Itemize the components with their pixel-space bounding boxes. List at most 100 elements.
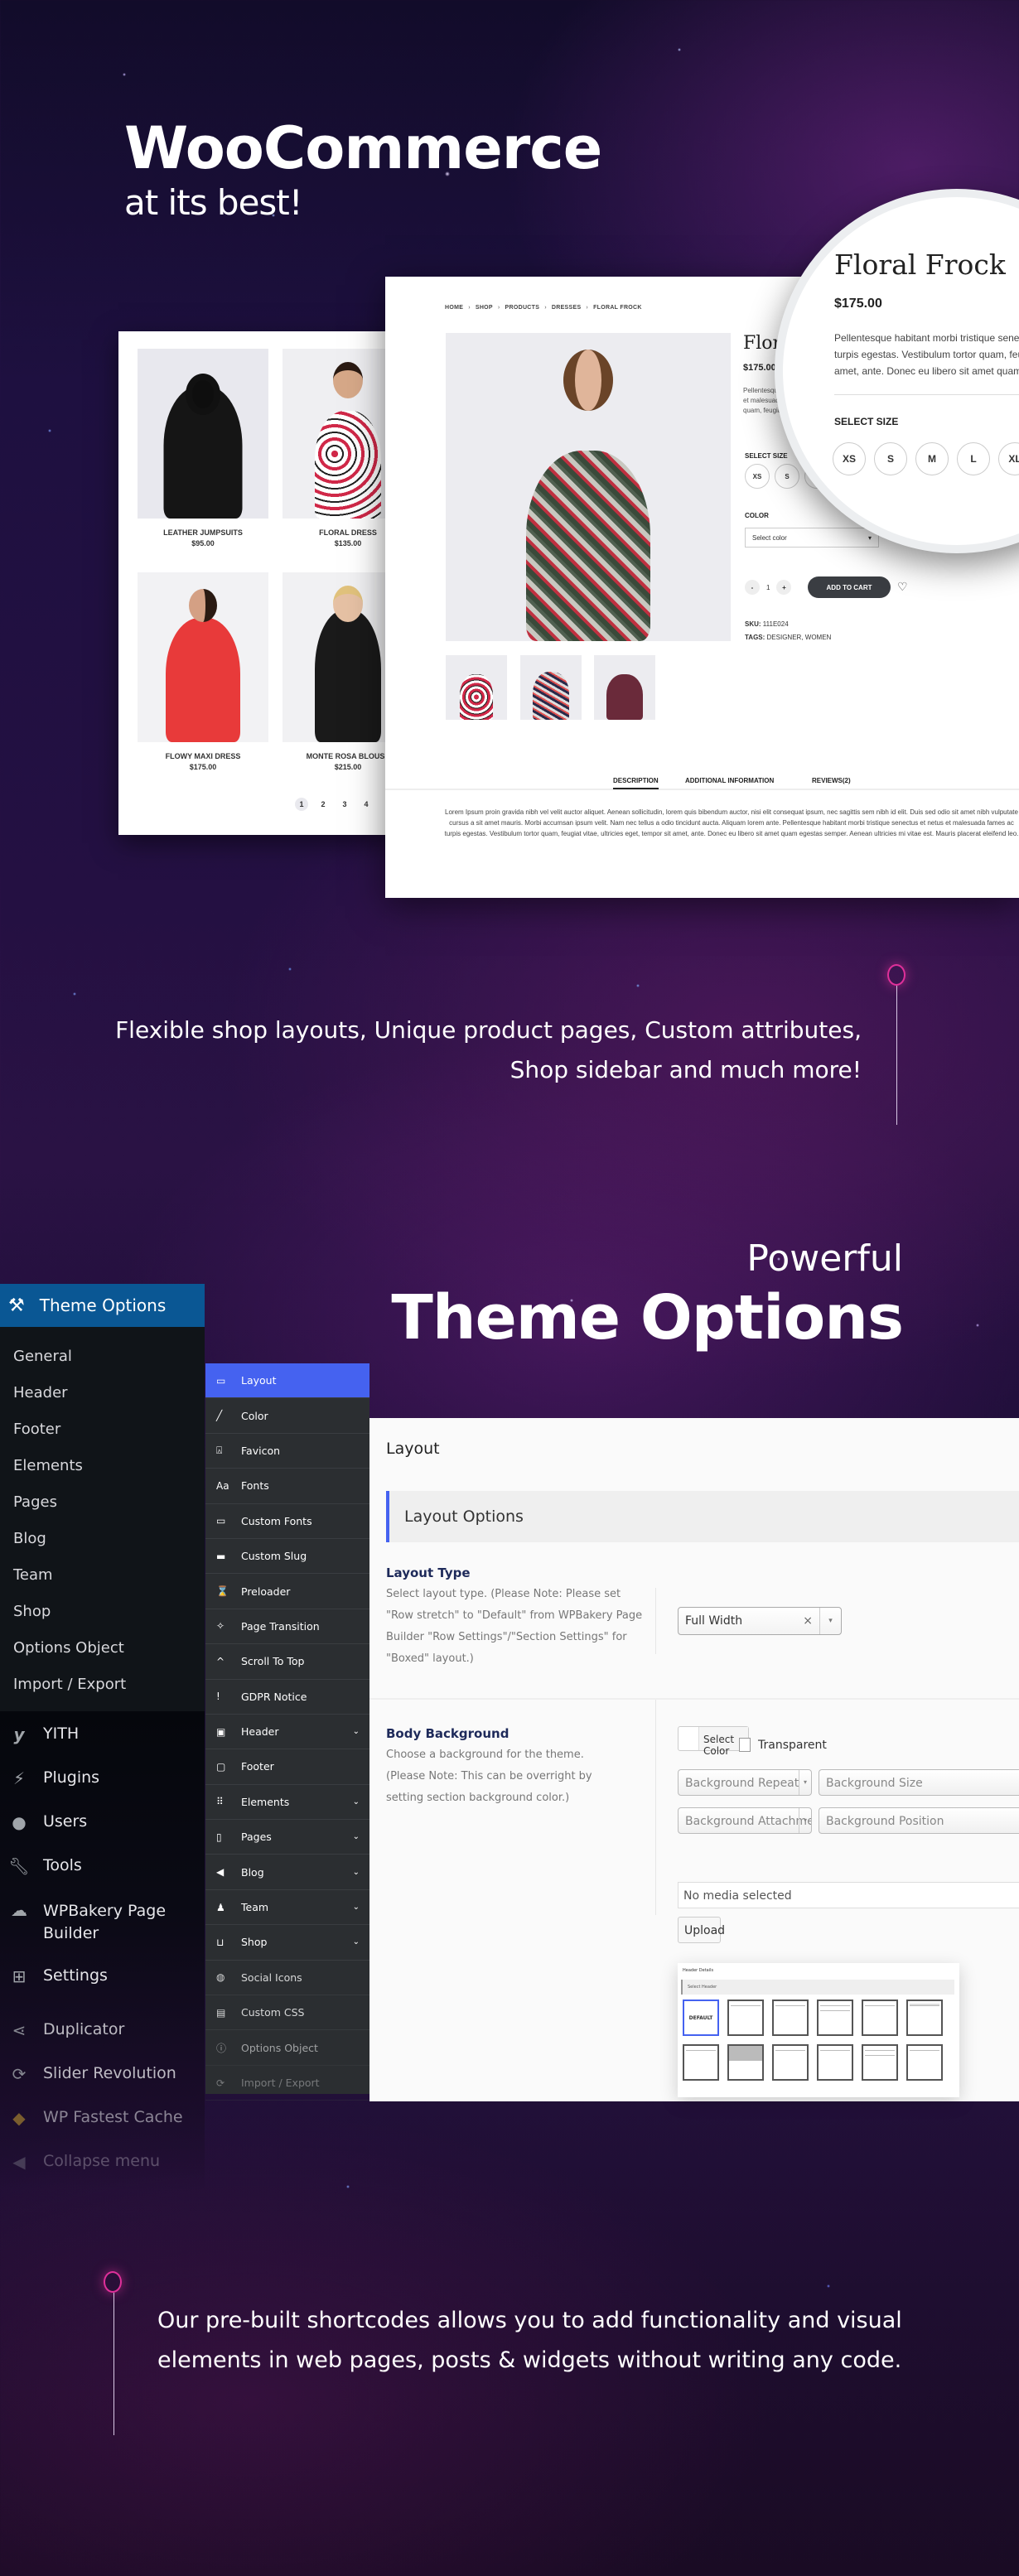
submenu-pages[interactable]: Pages [0,1484,205,1521]
header-layout-option[interactable] [683,2044,719,2081]
page-4-link[interactable]: 4 [360,798,373,811]
chevron-down-icon[interactable]: ⌄ [353,1832,360,1841]
upload-button[interactable]: Upload [678,1917,725,1943]
header-layout-default[interactable]: DEFAULT [683,2000,719,2036]
submenu-general[interactable]: General [0,1339,205,1375]
options-nav-color[interactable]: ╱ Color [205,1398,369,1434]
media-field[interactable]: No media selected [678,1882,1019,1908]
size-xs-button[interactable]: XS [745,464,770,489]
product-main-image[interactable] [446,333,731,641]
tags-value[interactable]: DESIGNER, WOMEN [767,634,832,641]
submenu-shop[interactable]: Shop [0,1594,205,1630]
submenu-footer[interactable]: Footer [0,1411,205,1448]
product-image[interactable] [138,572,268,742]
header-layout-option[interactable] [817,2000,853,2036]
options-nav-preloader[interactable]: ⌛ Preloader [205,1574,369,1609]
options-nav-fonts[interactable]: Aa Fonts [205,1469,369,1504]
sidebar-item-tools[interactable]: 🔧︎ Tools [0,1848,205,1892]
options-nav-blog[interactable]: ◀ Blog ⌄ [205,1855,369,1890]
chevron-down-icon[interactable]: ⌄ [353,1903,360,1912]
size-s-button[interactable]: S [874,442,907,475]
product-thumbnail[interactable] [594,655,655,720]
background-attachment-select[interactable]: Background Attachment▾ [678,1807,812,1834]
product-thumbnail[interactable] [520,655,582,720]
product-thumbnail[interactable] [446,655,507,720]
qty-minus-button[interactable]: - [745,580,760,595]
options-nav-shop[interactable]: ⊔ Shop ⌄ [205,1925,369,1961]
sidebar-item-theme-options[interactable]: ⚒ Theme Options [0,1284,205,1327]
product-image[interactable] [138,349,268,519]
options-nav-custom-css[interactable]: ▤ Custom CSS [205,1995,369,2031]
tab-reviews[interactable]: REVIEWS(2) [812,777,851,784]
size-m-button[interactable]: M [915,442,949,475]
submenu-team[interactable]: Team [0,1557,205,1594]
size-s-button[interactable]: S [775,464,799,489]
collapse-menu-button[interactable]: ◀ Collapse menu [0,2144,205,2188]
options-nav-social-icons[interactable]: ◍ Social Icons [205,1961,369,1996]
options-nav-team[interactable]: ♟ Team ⌄ [205,1890,369,1926]
qty-plus-button[interactable]: + [776,580,792,595]
header-layout-option[interactable] [772,2000,809,2036]
sidebar-item-users[interactable]: ● Users [0,1804,205,1848]
options-nav-elements[interactable]: ⠿ Elements ⌄ [205,1785,369,1821]
header-layout-option[interactable] [817,2044,853,2081]
options-nav-footer[interactable]: ▢ Footer [205,1749,369,1785]
dropdown-arrow-icon[interactable]: ▾ [819,1608,841,1634]
header-layout-option[interactable] [906,2044,943,2081]
breadcrumb-shop[interactable]: SHOP [476,305,493,311]
breadcrumb-home[interactable]: HOME [445,305,463,311]
breadcrumb-dresses[interactable]: DRESSES [552,305,582,311]
chevron-down-icon[interactable]: ⌄ [353,1797,360,1807]
product-card[interactable]: LEATHER JUMPSUITS $95.00 [138,349,268,548]
size-xs-button[interactable]: XS [833,442,866,475]
options-nav-header[interactable]: ▣ Header ⌄ [205,1715,369,1750]
options-nav-custom-fonts[interactable]: ▭ Custom Fonts [205,1504,369,1539]
header-layout-option[interactable] [862,2044,898,2081]
sidebar-item-duplicator[interactable]: ⋖ Duplicator [0,2012,205,2056]
product-name[interactable]: LEATHER JUMPSUITS [138,528,268,537]
sidebar-item-wp-fastest-cache[interactable]: ◆ WP Fastest Cache [0,2100,205,2144]
options-nav-favicon[interactable]: ⍓ Favicon [205,1434,369,1469]
submenu-import-export[interactable]: Import / Export [0,1667,205,1703]
background-size-select[interactable]: Background Size [819,1769,1019,1796]
header-layout-option[interactable] [862,2000,898,2036]
add-to-cart-button[interactable]: ADD TO CART [808,576,891,598]
heart-icon[interactable]: ♡ [897,580,908,594]
chevron-down-icon[interactable]: ⌄ [353,1937,360,1946]
product-image[interactable] [283,572,396,742]
size-l-button[interactable]: L [957,442,990,475]
page-2-link[interactable]: 2 [316,798,330,811]
size-xl-button[interactable]: XL [998,442,1019,475]
product-image[interactable] [283,349,396,519]
header-layout-option[interactable] [772,2044,809,2081]
header-layout-option[interactable] [727,2000,764,2036]
color-select[interactable]: Select color ▾ [745,528,879,548]
checkbox-box[interactable] [739,1738,751,1752]
sidebar-item-slider-revolution[interactable]: ⟳ Slider Revolution [0,2056,205,2100]
sidebar-item-settings[interactable]: ⊞ Settings [0,1958,205,2002]
product-card[interactable]: FLOWY MAXI DRESS $175.00 [138,572,268,771]
options-nav-page-transition[interactable]: ✧ Page Transition [205,1609,369,1645]
tab-description[interactable]: DESCRIPTION [613,777,659,789]
product-card[interactable]: FLORAL DRESS $135.00 [283,349,396,548]
options-nav-layout[interactable]: ▭ Layout [205,1363,369,1399]
qty-value[interactable]: 1 [766,584,770,591]
options-nav-scroll-to-top[interactable]: ^ Scroll To Top [205,1644,369,1680]
tab-additional-information[interactable]: ADDITIONAL INFORMATION [685,777,774,784]
transparent-checkbox[interactable]: Transparent [739,1738,827,1752]
header-layout-option[interactable] [906,2000,943,2036]
product-name[interactable]: FLOWY MAXI DRESS [138,752,268,760]
background-position-select[interactable]: Background Position [819,1807,1019,1834]
sidebar-item-plugins[interactable]: ⚡ Plugins [0,1760,205,1804]
sidebar-item-yith[interactable]: y YITH [0,1716,205,1760]
page-3-link[interactable]: 3 [338,798,351,811]
submenu-options-object[interactable]: Options Object [0,1630,205,1667]
options-nav-gdpr-notice[interactable]: ! GDPR Notice [205,1680,369,1715]
submenu-blog[interactable]: Blog [0,1521,205,1557]
chevron-down-icon[interactable]: ⌄ [353,1727,360,1736]
product-name[interactable]: FLORAL DRESS [283,528,396,537]
clear-icon[interactable]: × [803,1614,813,1628]
product-card[interactable]: MONTE ROSA BLOUSE $215.00 [283,572,396,771]
page-1-link[interactable]: 1 [295,798,308,811]
options-nav-import-export[interactable]: ⟳ Import / Export [205,2066,369,2101]
